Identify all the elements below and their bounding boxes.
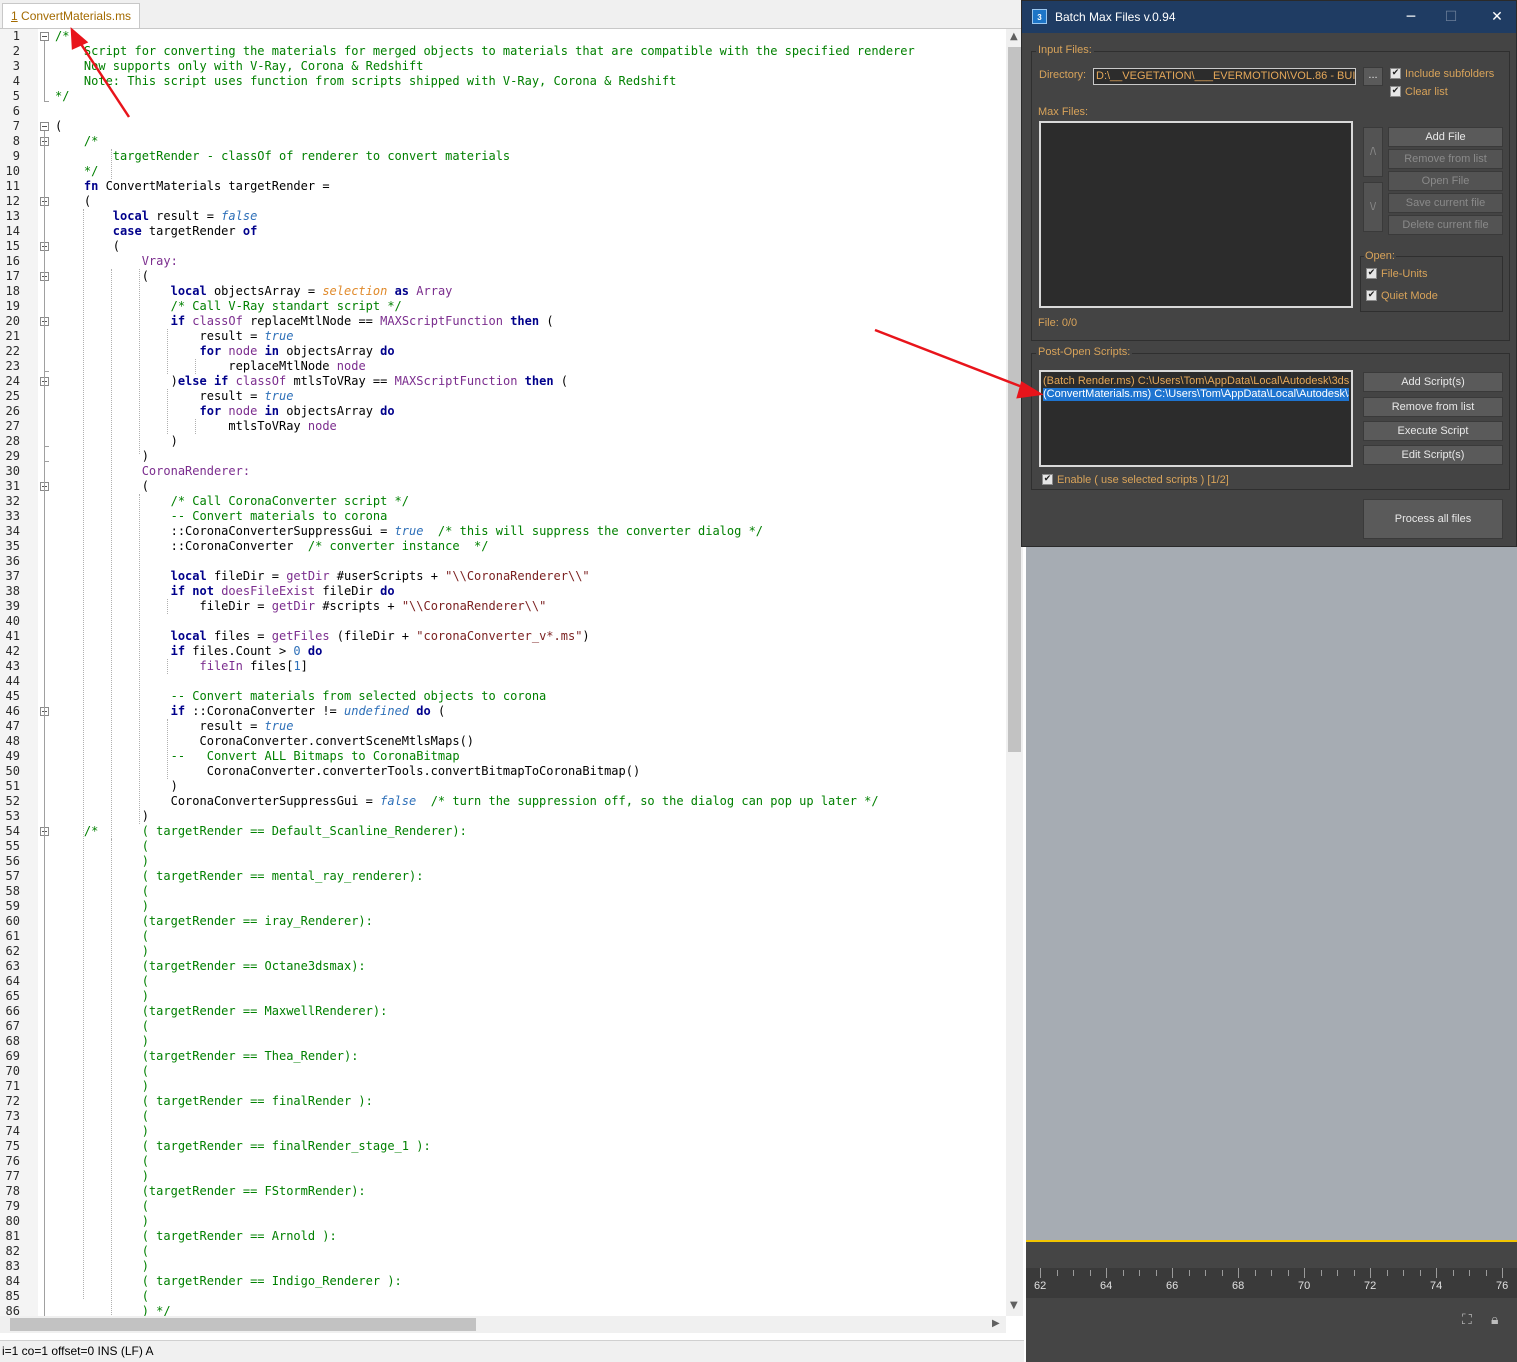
red-arrow-to-tab	[75, 37, 131, 118]
red-arrow-to-script	[874, 328, 1031, 392]
red-arrow-head-tab	[70, 27, 89, 50]
red-arrow-head-script	[1016, 381, 1044, 399]
annotation-arrows	[70, 27, 1044, 399]
